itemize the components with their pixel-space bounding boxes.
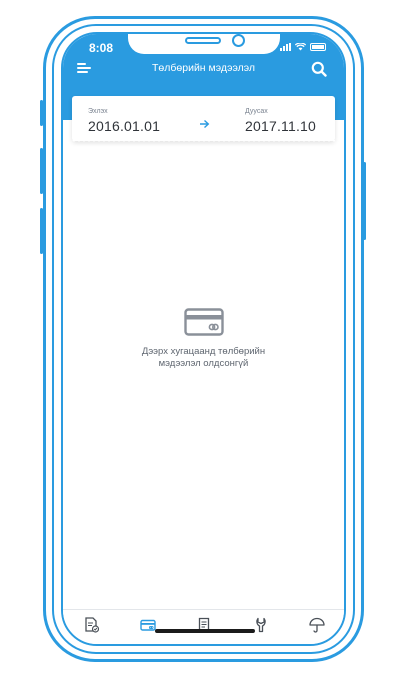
bottom-tab-bar bbox=[63, 609, 344, 644]
battery-icon bbox=[310, 43, 326, 51]
page-title: Төлбөрийн мэдээлэл bbox=[152, 62, 255, 74]
wifi-icon bbox=[295, 43, 306, 51]
signal-icon bbox=[280, 43, 291, 51]
end-date-value[interactable]: 2017.11.10 bbox=[245, 118, 316, 134]
document-check-icon[interactable] bbox=[83, 617, 101, 633]
phone-mockup: 8:08 Төлбөрийн мэдээлэл Эхлэх 2016.01.01… bbox=[0, 0, 406, 676]
end-date-label: Дуусах bbox=[245, 108, 268, 115]
empty-state-line1: Дээрх хугацаанд төлбөрийн bbox=[141, 346, 266, 357]
start-date-label: Эхлэх bbox=[88, 108, 108, 115]
status-time: 8:08 bbox=[89, 41, 114, 55]
home-indicator bbox=[155, 629, 255, 633]
empty-state-message: Дээрх хугацаанд төлбөрийн мэдээлэл олдсо… bbox=[63, 346, 344, 370]
speaker bbox=[185, 37, 221, 44]
empty-state-line2: мэдээлэл олдсонгүй bbox=[158, 358, 249, 369]
date-range-card: Эхлэх 2016.01.01 Дуусах 2017.11.10 bbox=[72, 96, 335, 144]
search-icon[interactable] bbox=[311, 61, 327, 77]
status-icons bbox=[280, 43, 326, 51]
umbrella-icon[interactable] bbox=[308, 617, 326, 633]
camera bbox=[232, 34, 245, 47]
card-perforated-edge bbox=[72, 140, 335, 144]
start-date-value[interactable]: 2016.01.01 bbox=[88, 118, 160, 134]
app-screen: 8:08 Төлбөрийн мэдээлэл Эхлэх 2016.01.01… bbox=[61, 32, 346, 646]
credit-card-icon bbox=[184, 308, 224, 336]
arrow-right-icon bbox=[200, 119, 210, 129]
notch bbox=[126, 34, 282, 56]
